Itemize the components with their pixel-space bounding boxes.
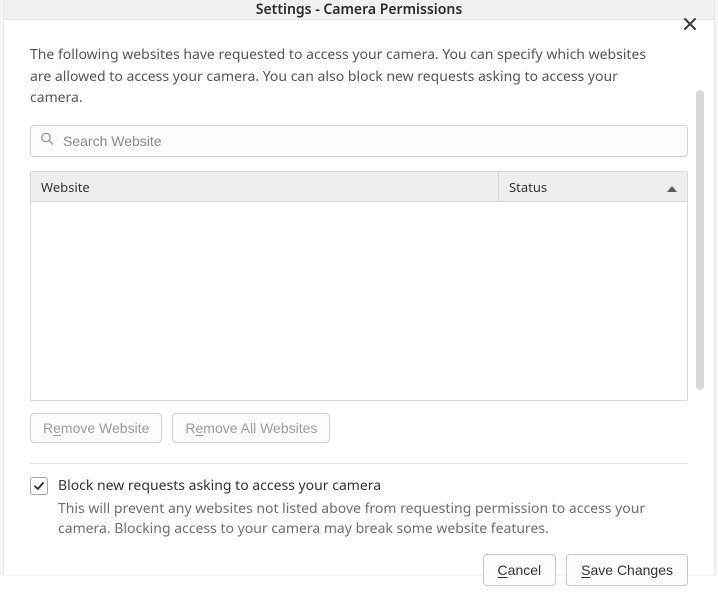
column-label: Website: [41, 178, 90, 196]
save-changes-button[interactable]: Save Changes: [566, 554, 688, 586]
block-new-requests-checkbox[interactable]: [30, 477, 48, 495]
dialog-content: The following websites have requested to…: [4, 20, 714, 602]
dialog-actions: Cancel Save Changes: [30, 554, 688, 586]
column-header-status[interactable]: Status: [499, 172, 687, 201]
cancel-button[interactable]: Cancel: [483, 554, 557, 586]
remove-all-websites-button[interactable]: Remove All Websites: [172, 413, 330, 443]
camera-permissions-dialog: Settings - Camera Permissions The follow…: [4, 0, 714, 575]
table-actions: Remove Website Remove All Websites: [30, 413, 688, 443]
table-body-empty: [31, 202, 687, 400]
dialog-titlebar: Settings - Camera Permissions: [4, 0, 714, 20]
website-table: Website Status: [30, 171, 688, 401]
search-input[interactable]: [30, 125, 688, 157]
check-icon: [33, 480, 45, 492]
intro-text: The following websites have requested to…: [30, 44, 670, 109]
scrollbar-thumb[interactable]: [696, 90, 704, 390]
block-new-requests-row: Block new requests asking to access your…: [30, 463, 688, 540]
column-label: Status: [509, 178, 547, 196]
column-header-website[interactable]: Website: [31, 172, 499, 201]
checkbox-description: This will prevent any websites not liste…: [58, 499, 688, 540]
dialog-title: Settings - Camera Permissions: [256, 0, 462, 19]
table-header: Website Status: [31, 172, 687, 202]
search-field: [30, 125, 688, 157]
checkbox-label[interactable]: Block new requests asking to access your…: [58, 476, 688, 495]
checkbox-text: Block new requests asking to access your…: [58, 476, 688, 540]
remove-website-button[interactable]: Remove Website: [30, 413, 162, 443]
sort-ascending-icon: [667, 178, 677, 196]
